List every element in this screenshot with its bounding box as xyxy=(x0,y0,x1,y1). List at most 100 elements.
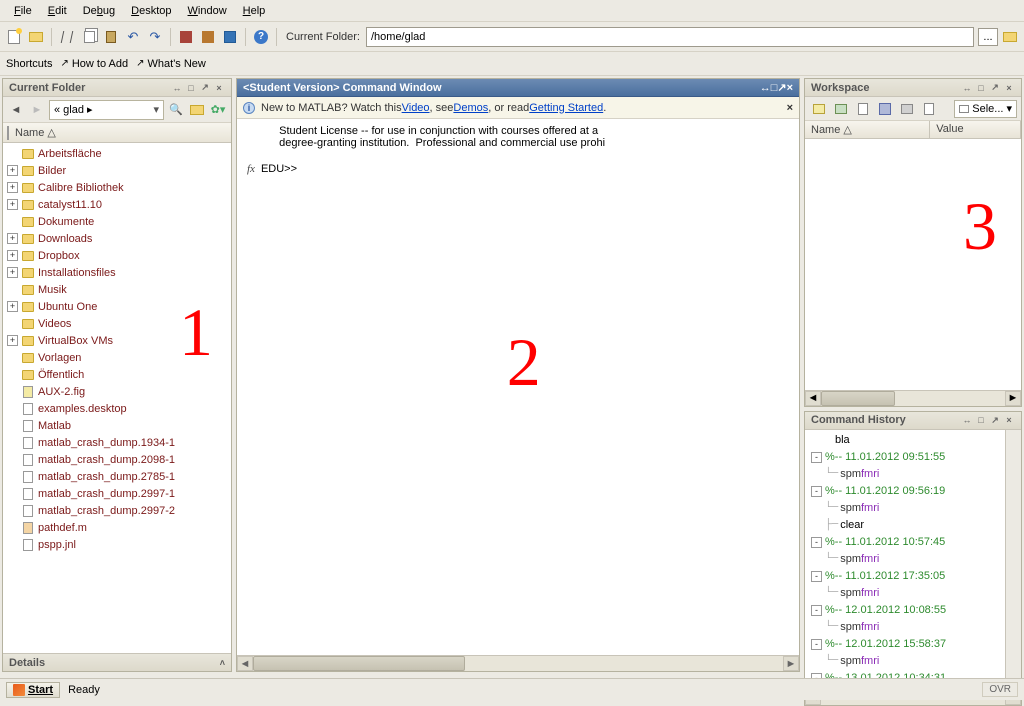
folder-row[interactable]: +catalyst11.10 xyxy=(3,196,231,213)
cw-close-icon[interactable]: × xyxy=(787,82,793,94)
fx-icon[interactable]: fx xyxy=(247,163,255,175)
ws-col-name[interactable]: Name △ xyxy=(805,121,930,138)
ws-delete-button[interactable] xyxy=(919,99,939,119)
ch-mid-icon[interactable]: ↔ xyxy=(961,414,973,426)
command-hscroll[interactable]: ◄ ► xyxy=(237,655,799,671)
start-button[interactable]: Start xyxy=(6,682,60,698)
details-expand-icon[interactable]: ˄ xyxy=(220,658,225,668)
history-row[interactable]: └─spm fmri xyxy=(807,500,1021,517)
folder-row[interactable]: +Dropbox xyxy=(3,247,231,264)
file-row[interactable]: AUX-2.fig xyxy=(3,383,231,400)
cf-tree[interactable]: Arbeitsfläche+Bilder+Calibre Bibliothek+… xyxy=(3,143,231,653)
workspace-body[interactable]: 3 xyxy=(805,139,1021,390)
menu-debug[interactable]: Debug xyxy=(75,3,123,19)
demos-link[interactable]: Demos xyxy=(453,102,488,114)
history-body[interactable]: bla-%-- 11.01.2012 09:51:55└─spm fmri-%-… xyxy=(805,430,1021,689)
file-row[interactable]: matlab_crash_dump.2785-1 xyxy=(3,468,231,485)
open-button[interactable] xyxy=(26,27,46,47)
folder-row[interactable]: +Bilder xyxy=(3,162,231,179)
menu-desktop[interactable]: Desktop xyxy=(123,3,179,19)
history-row[interactable]: └─spm fmri xyxy=(807,619,1021,636)
tree-expand-icon[interactable]: + xyxy=(7,267,18,278)
cf-open-button[interactable] xyxy=(188,101,206,119)
hscroll-thumb[interactable] xyxy=(253,656,465,671)
file-row[interactable]: pspp.jnl xyxy=(3,536,231,553)
menu-window[interactable]: Window xyxy=(180,3,235,19)
browse-folder-button[interactable]: ... xyxy=(978,28,998,46)
history-row[interactable]: -%-- 11.01.2012 09:51:55 xyxy=(807,449,1021,466)
ws-print-button[interactable] xyxy=(897,99,917,119)
file-row[interactable]: Matlab xyxy=(3,417,231,434)
folder-row[interactable]: +Downloads xyxy=(3,230,231,247)
history-row[interactable]: -%-- 12.01.2012 15:58:37 xyxy=(807,636,1021,653)
paste-button[interactable] xyxy=(101,27,121,47)
cf-fwd-button[interactable]: ► xyxy=(28,101,46,119)
history-row[interactable]: └─spm fmri xyxy=(807,653,1021,670)
cf-path-box[interactable]: « glad ▸ ▾ xyxy=(49,100,164,120)
cf-back-button[interactable]: ◄ xyxy=(7,101,25,119)
file-row[interactable]: matlab_crash_dump.2997-2 xyxy=(3,502,231,519)
cf-column-header[interactable]: Name △ xyxy=(3,123,231,143)
video-link[interactable]: Video xyxy=(402,102,430,114)
ws-hscroll-thumb[interactable] xyxy=(821,391,895,406)
tree-collapse-icon[interactable]: - xyxy=(811,605,822,616)
ws-save-button[interactable] xyxy=(875,99,895,119)
ws-min-icon[interactable]: □ xyxy=(975,82,987,94)
folder-row[interactable]: Arbeitsfläche xyxy=(3,145,231,162)
tree-collapse-icon[interactable]: - xyxy=(811,486,822,497)
hscroll-left-icon[interactable]: ◄ xyxy=(237,656,253,671)
ws-open-var-button[interactable] xyxy=(831,99,851,119)
tree-expand-icon[interactable]: + xyxy=(7,165,18,176)
simulink-button[interactable] xyxy=(176,27,196,47)
cf-mid-icon[interactable]: ↔ xyxy=(171,82,183,94)
command-body[interactable]: Student License -- for use in conjunctio… xyxy=(237,119,799,655)
history-row[interactable]: └─spm fmri xyxy=(807,585,1021,602)
tree-expand-icon[interactable]: + xyxy=(7,301,18,312)
ws-undock-icon[interactable]: ↗ xyxy=(989,82,1001,94)
new-button[interactable] xyxy=(4,27,24,47)
cf-close-icon[interactable]: × xyxy=(213,82,225,94)
hscroll-right-icon[interactable]: ► xyxy=(783,656,799,671)
cw-undock-icon[interactable]: ↗ xyxy=(777,81,786,94)
cw-mid-icon[interactable]: ↔ xyxy=(760,82,771,94)
history-row[interactable]: -%-- 12.01.2012 10:08:55 xyxy=(807,602,1021,619)
guide-button[interactable] xyxy=(198,27,218,47)
cf-min-icon[interactable]: □ xyxy=(185,82,197,94)
ws-new-var-button[interactable] xyxy=(809,99,829,119)
tree-expand-icon[interactable]: + xyxy=(7,182,18,193)
profiler-button[interactable] xyxy=(220,27,240,47)
cf-search-button[interactable]: 🔍 xyxy=(167,101,185,119)
ws-col-value[interactable]: Value xyxy=(930,121,1021,138)
file-row[interactable]: pathdef.m xyxy=(3,519,231,536)
menu-help[interactable]: Help xyxy=(235,3,274,19)
tree-expand-icon[interactable]: + xyxy=(7,233,18,244)
folder-row[interactable]: +Installationsfiles xyxy=(3,264,231,281)
infobar-close-icon[interactable]: × xyxy=(787,102,793,114)
copy-button[interactable] xyxy=(79,27,99,47)
whats-new-shortcut[interactable]: ↗What's New xyxy=(136,58,206,70)
history-row[interactable]: ├─clear xyxy=(807,517,1021,534)
file-row[interactable]: matlab_crash_dump.2997-1 xyxy=(3,485,231,502)
history-vscroll[interactable] xyxy=(1005,430,1021,689)
file-row[interactable]: examples.desktop xyxy=(3,400,231,417)
undo-button[interactable]: ↶ xyxy=(123,27,143,47)
ch-close-icon[interactable]: × xyxy=(1003,414,1015,426)
folder-row[interactable]: Dokumente xyxy=(3,213,231,230)
ws-close-icon[interactable]: × xyxy=(1003,82,1015,94)
tree-collapse-icon[interactable]: - xyxy=(811,537,822,548)
ws-hscroll-left-icon[interactable]: ◄ xyxy=(805,391,821,406)
history-row[interactable]: └─spm fmri xyxy=(807,466,1021,483)
history-row[interactable]: bla xyxy=(807,432,1021,449)
history-row[interactable]: └─spm fmri xyxy=(807,551,1021,568)
ch-undock-icon[interactable]: ↗ xyxy=(989,414,1001,426)
cf-gear-button[interactable]: ✿▾ xyxy=(209,101,227,119)
tree-collapse-icon[interactable]: - xyxy=(811,639,822,650)
tree-expand-icon[interactable]: + xyxy=(7,250,18,261)
ws-import-button[interactable] xyxy=(853,99,873,119)
current-folder-input[interactable] xyxy=(366,27,974,47)
file-row[interactable]: matlab_crash_dump.1934-1 xyxy=(3,434,231,451)
cw-min-icon[interactable]: □ xyxy=(771,82,778,94)
ws-hscroll-right-icon[interactable]: ► xyxy=(1005,391,1021,406)
ws-mid-icon[interactable]: ↔ xyxy=(961,82,973,94)
go-up-button[interactable] xyxy=(1000,27,1020,47)
